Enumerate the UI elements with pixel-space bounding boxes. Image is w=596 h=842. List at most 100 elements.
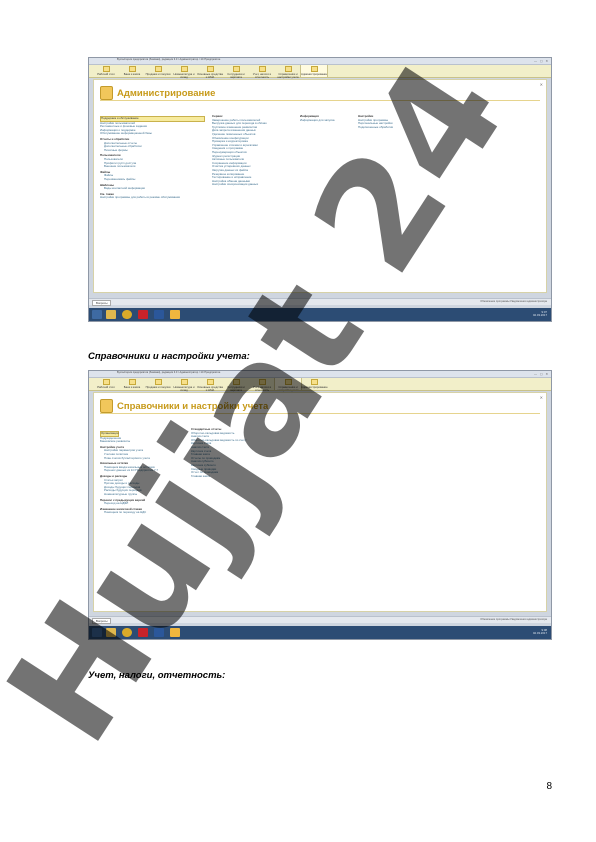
window-controls[interactable]: — ▢ ✕: [534, 59, 549, 63]
section-tab-label: Продажи и покупки: [145, 385, 171, 389]
workspace: ✕ Справочники и настройки учета Организа…: [93, 392, 547, 612]
pdf-icon[interactable]: [138, 310, 148, 319]
section-tab[interactable]: Номенклатура и склад: [171, 378, 197, 392]
screenshot-directories: Бухгалтерия предприятия (базовая), редак…: [88, 370, 552, 640]
status-bar: Вопросы Обновление программы Уведомления…: [89, 616, 551, 624]
section-tab[interactable]: Продажи и покупки: [145, 378, 171, 390]
section-tab[interactable]: Администрирование: [300, 64, 328, 78]
section-tab[interactable]: Рабочий стол: [93, 378, 119, 390]
section-tab-label: Банк и касса: [123, 385, 141, 389]
close-icon[interactable]: ✕: [540, 82, 543, 87]
section-tab[interactable]: Учет, налоги и отчетность: [249, 65, 275, 79]
nav-link[interactable]: Виды контактной информации: [104, 186, 205, 191]
col-information: Информация Информация для запуска: [300, 113, 355, 122]
taskbar: 9:07 02.03.2017: [89, 308, 551, 321]
nav-link[interactable]: План счетов бухгалтерского учета: [104, 456, 185, 461]
link-list: Настройки программы Персональные настройк…: [358, 118, 428, 130]
section-tab[interactable]: Основные средства и НМА: [197, 378, 223, 392]
nav-link[interactable]: Подключенные обработки: [358, 125, 428, 130]
link-list: Настройки параметров учета Учетная полити…: [100, 449, 185, 460]
col-directories: Организации ОрганизацииПодразделенияБанк…: [100, 431, 185, 515]
nav-link[interactable]: Настройки синхронизации данных: [212, 183, 297, 187]
app-1c-icon[interactable]: [170, 310, 180, 319]
nav-link[interactable]: Печатные формы: [104, 148, 205, 153]
browser-icon[interactable]: [122, 310, 132, 319]
nav-link[interactable]: Банковские реквизиты: [100, 440, 185, 444]
pdf-icon[interactable]: [138, 628, 148, 637]
section-tab-label: Администрирование: [301, 72, 328, 76]
status-right: Обновление программы Уведомления админис…: [480, 617, 547, 621]
section-tab[interactable]: Справочники и настройки учета: [275, 65, 301, 79]
nav-link[interactable]: Информация для запуска: [300, 118, 355, 123]
page-title: Справочники и настройки учета: [117, 400, 269, 412]
section-tab[interactable]: Сотрудники и зарплата: [223, 378, 249, 392]
link-list: Переход на НДФЛ: [100, 501, 185, 506]
nav-link[interactable]: Перенос данных из 1С:Предприятия 7.7: [104, 469, 185, 473]
status-right: Обновление программы Уведомления админис…: [480, 299, 547, 303]
section-tab[interactable]: Продажи и покупки: [145, 65, 171, 77]
page-number: 8: [546, 781, 552, 792]
link-list: Настройки программы для работы в режиме …: [100, 196, 205, 200]
status-bar: Вопросы Обновление программы Уведомления…: [89, 298, 551, 306]
start-icon[interactable]: [92, 628, 102, 637]
link-list: Оборотно-сальдовая ведомость Анализ счета…: [191, 431, 291, 479]
browser-icon[interactable]: [122, 628, 132, 637]
section-tab-label: Банк и касса: [123, 72, 141, 76]
screenshot-administration: Бухгалтерия предприятия (базовая), редак…: [88, 57, 552, 322]
link-list: ОрганизацииПодразделенияБанковские рекви…: [100, 436, 185, 444]
nav-link[interactable]: Внешние пользователи: [104, 165, 205, 169]
section-panel: Рабочий стол Банк и касса Продажи и покупк…: [89, 377, 551, 392]
section-tab[interactable]: Номенклатура и склад: [171, 65, 197, 79]
section-tab-label: Администрирование: [301, 385, 328, 389]
link-list: Дополнительные отчеты Дополнительные обра…: [100, 141, 205, 153]
section-tab[interactable]: Банк и касса: [119, 65, 145, 77]
link-list: Помощник по переходу на НДС: [100, 511, 185, 515]
nav-link[interactable]: Помощник по переходу на НДС: [104, 511, 185, 515]
col-standard-reports: Стандартные отчеты Оборотно-сальдовая ве…: [191, 426, 291, 478]
section-tab[interactable]: Справочники и настройки учета: [274, 377, 302, 392]
window-title: Бухгалтерия предприятия (базовая), редак…: [117, 58, 221, 61]
link-list: Статьи затрат Прочие доходы и расходы Дохо…: [100, 478, 185, 497]
section-tab[interactable]: Администрирование: [301, 378, 328, 390]
word-icon[interactable]: [154, 310, 164, 319]
word-icon[interactable]: [154, 628, 164, 637]
status-left[interactable]: Вопросы: [92, 299, 112, 306]
link-list: Пользователи Профили групп доступа Внешние…: [100, 157, 205, 169]
window-controls[interactable]: — ▢ ✕: [534, 372, 549, 376]
section-tab[interactable]: Банк и касса: [119, 378, 145, 390]
section-tab-label: Рабочий стол: [97, 385, 115, 389]
section-tab[interactable]: Учет, налоги и отчетность: [249, 378, 275, 392]
close-icon[interactable]: ✕: [540, 395, 543, 400]
section-icon: [100, 86, 113, 100]
status-left[interactable]: Вопросы: [92, 617, 112, 624]
taskbar: 9:08 02.03.2017: [89, 626, 551, 639]
nav-link[interactable]: Обслуживание информационной базы: [100, 132, 205, 136]
link-list: Информация для запуска: [300, 118, 355, 123]
section-panel: Рабочий стол Банк и касса Продажи и покупк…: [89, 64, 551, 79]
section-icon: [100, 399, 113, 413]
title-underline: [100, 100, 540, 101]
start-icon[interactable]: [92, 310, 102, 319]
folder-icon[interactable]: [106, 628, 116, 637]
section-tab[interactable]: Сотрудники и зарплата: [223, 65, 249, 79]
nav-link[interactable]: Настройки программы для работы в режиме …: [100, 196, 205, 200]
section-tab[interactable]: Основные средства и НМА: [197, 65, 223, 79]
nav-link[interactable]: Номенклатурные группы: [104, 492, 185, 497]
tray-date: 02.03.2017: [533, 631, 547, 636]
col-service: Сервис Завершение работы пользователей Вы…: [212, 113, 297, 187]
window-titlebar: Бухгалтерия предприятия (базовая), редак…: [89, 58, 551, 65]
app-1c-icon[interactable]: [170, 628, 180, 637]
link-list: Завершение работы пользователей Выгрузка …: [212, 118, 297, 187]
title-underline: [100, 413, 540, 414]
folder-icon[interactable]: [106, 310, 116, 319]
nav-link[interactable]: Главная книга: [191, 474, 291, 479]
section-tab[interactable]: Рабочий стол: [93, 65, 119, 77]
nav-link[interactable]: Переход на НДФЛ: [104, 501, 185, 506]
caption-accounting: Учет, налоги, отчетность:: [88, 670, 226, 681]
section-tab-label: Продажи и покупки: [145, 72, 171, 76]
system-tray: 9:08 02.03.2017: [533, 628, 547, 636]
link-list: Файлы Переименовать файлы: [100, 174, 205, 181]
workspace: ✕ Администрирование Поддержка и обслужив…: [93, 79, 547, 293]
col-settings: Настройки Настройки программы Персональны…: [358, 113, 428, 129]
nav-link[interactable]: Переименовать файлы: [104, 177, 205, 182]
